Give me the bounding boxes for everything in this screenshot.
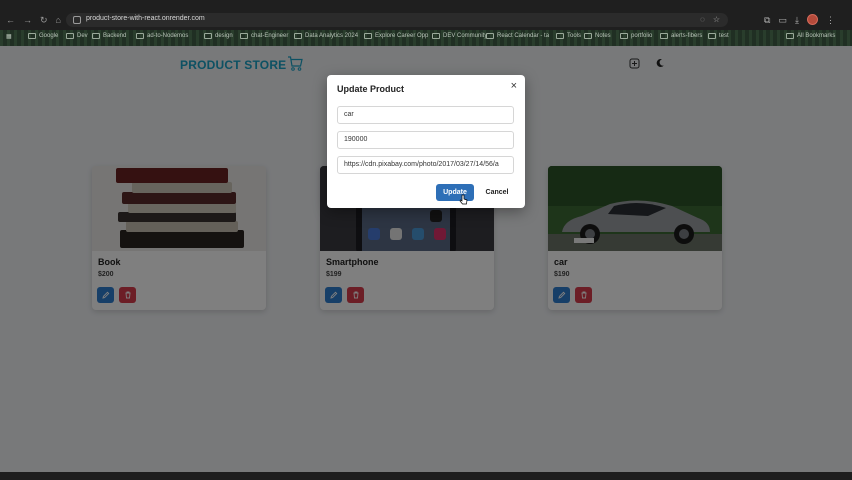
update-button[interactable]: Update — [436, 184, 474, 201]
bookmark-item[interactable]: DEV Community — [432, 33, 487, 39]
bookmark-item[interactable]: test — [708, 33, 729, 39]
bookmark-item[interactable]: alerts-fibers — [660, 33, 702, 39]
bookmark-item[interactable]: All Bookmarks — [786, 33, 835, 39]
bookmark-item[interactable]: Backend — [92, 33, 126, 39]
update-product-modal: Update Product × car 190000 https://cdn.… — [327, 75, 525, 208]
bookmark-item[interactable]: Explore Career Opp — [364, 33, 428, 39]
eye-off-icon[interactable]: ◌ — [700, 15, 705, 24]
folder-icon — [204, 33, 212, 39]
extensions-icon[interactable]: ⧉ — [764, 14, 770, 26]
bookmark-item[interactable]: Dev — [66, 33, 88, 39]
pointer-cursor-icon — [459, 192, 468, 210]
folder-icon — [660, 33, 668, 39]
modal-title: Update Product — [337, 84, 405, 94]
bookmark-item[interactable]: ad-to-Nodemos — [136, 33, 188, 39]
sidebar-icon[interactable]: ▭ — [778, 14, 787, 26]
folder-icon — [432, 33, 440, 39]
url-text: product-store-with-react.onrender.com — [86, 15, 205, 22]
folder-icon — [294, 33, 302, 39]
bookmark-item[interactable]: design — [204, 33, 233, 39]
taskbar-strip — [0, 472, 852, 480]
download-icon[interactable]: ⤓ — [795, 14, 799, 26]
menu-icon[interactable]: ⋮ — [826, 14, 835, 26]
cancel-button[interactable]: Cancel — [480, 184, 514, 201]
site-info-icon[interactable] — [73, 16, 81, 24]
bookmark-item[interactable]: portfolio — [620, 33, 652, 39]
home-icon[interactable]: ⌂ — [56, 15, 61, 25]
folder-icon — [66, 33, 74, 39]
folder-icon — [584, 33, 592, 39]
folder-icon — [786, 33, 794, 39]
product-name-input[interactable]: car — [337, 106, 514, 124]
folder-icon — [92, 33, 100, 39]
bookmark-item[interactable]: Data Analytics 2024 — [294, 33, 358, 39]
folder-icon — [486, 33, 494, 39]
close-icon[interactable]: × — [511, 80, 517, 92]
folder-icon — [364, 33, 372, 39]
forward-icon[interactable]: → — [23, 15, 32, 25]
browser-toolbar: ← → ↻ ⌂ product-store-with-react.onrende… — [0, 0, 852, 30]
bookmark-item[interactable]: Tools — [556, 33, 581, 39]
product-price-input[interactable]: 190000 — [337, 131, 514, 149]
profile-avatar[interactable] — [806, 14, 818, 25]
folder-icon — [240, 33, 248, 39]
folder-icon — [620, 33, 628, 39]
apps-icon[interactable]: ▦ — [6, 33, 12, 40]
browser-actions: ⧉ ▭ ⤓ ⋮ — [764, 14, 835, 26]
folder-icon — [28, 33, 36, 39]
bookmark-item[interactable]: Google — [28, 33, 58, 39]
folder-icon — [556, 33, 564, 39]
bookmarks-bar: ▦ Google Dev Backend ad-to-Nodemos desig… — [0, 30, 852, 46]
folder-icon — [708, 33, 716, 39]
address-bar[interactable]: product-store-with-react.onrender.com ◌ … — [66, 13, 728, 27]
nav-buttons: ← → ↻ ⌂ — [6, 15, 61, 25]
reload-icon[interactable]: ↻ — [40, 15, 48, 25]
bookmark-item[interactable]: React Calendar - ta — [486, 33, 549, 39]
star-icon[interactable]: ☆ — [713, 15, 720, 24]
back-icon[interactable]: ← — [6, 15, 15, 25]
bookmark-item[interactable]: chat-Engineer — [240, 33, 288, 39]
folder-icon — [136, 33, 144, 39]
product-image-url-input[interactable]: https://cdn.pixabay.com/photo/2017/03/27… — [337, 156, 514, 174]
bookmark-item[interactable]: Notes — [584, 33, 611, 39]
